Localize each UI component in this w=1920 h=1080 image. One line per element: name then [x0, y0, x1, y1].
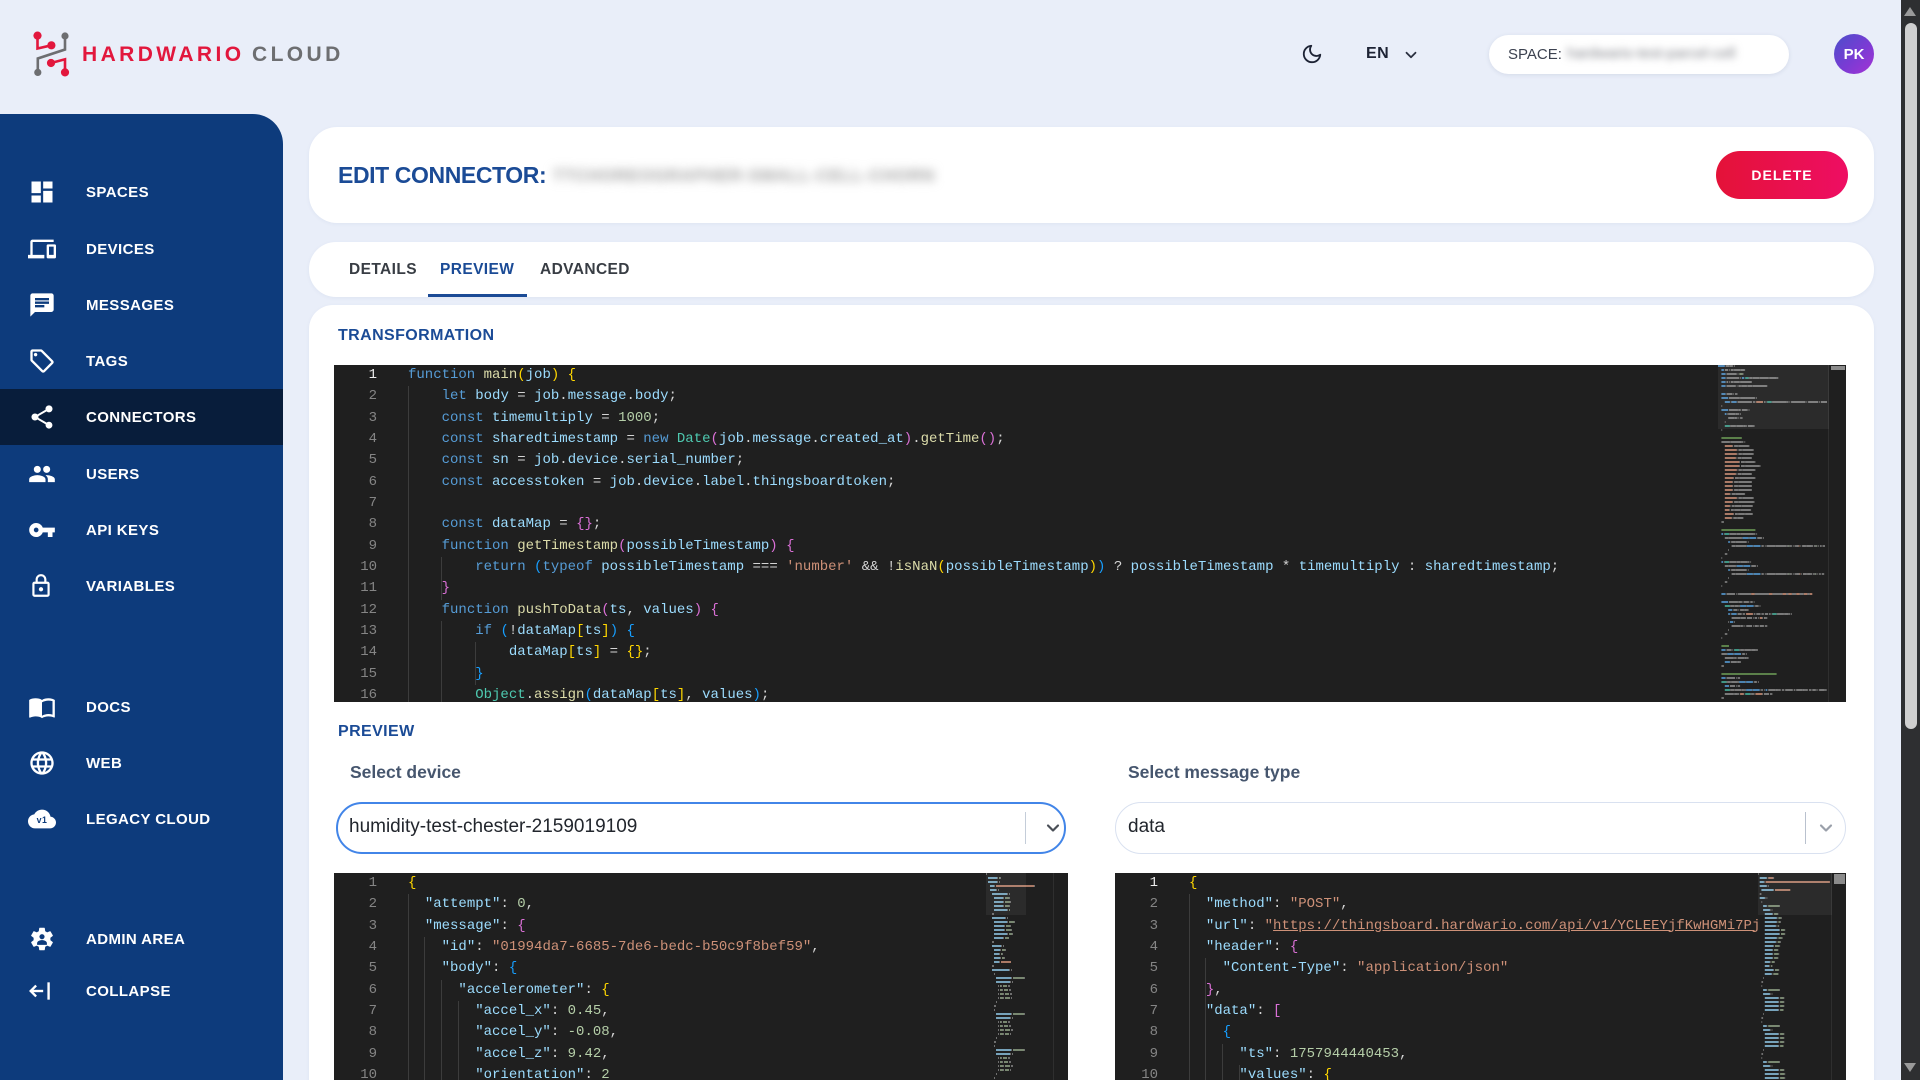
- svg-text:v1: v1: [37, 815, 48, 825]
